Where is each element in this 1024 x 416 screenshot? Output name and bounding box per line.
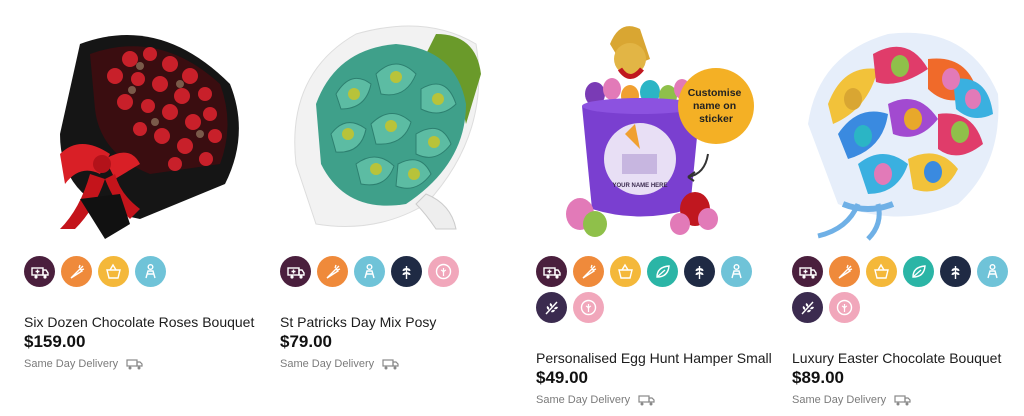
basket-icon bbox=[610, 256, 641, 287]
carrot-icon bbox=[61, 256, 92, 287]
product-image-egg-hunt-hamper[interactable]: YOUR NAME HERE Customise name on sticker bbox=[530, 14, 756, 244]
product-title[interactable]: St Patricks Day Mix Posy bbox=[280, 314, 436, 330]
feature-badges bbox=[536, 256, 761, 323]
wheat-alt-icon bbox=[536, 292, 567, 323]
delivery-label: Same Day Delivery bbox=[792, 394, 887, 406]
carrot-icon bbox=[573, 256, 604, 287]
product-card[interactable]: St Patricks Day Mix Posy $79.00 Same Day… bbox=[256, 0, 512, 416]
product-title[interactable]: Six Dozen Chocolate Roses Bouquet bbox=[24, 314, 254, 330]
leaf-icon bbox=[903, 256, 934, 287]
basket-icon bbox=[866, 256, 897, 287]
delivery-label: Same Day Delivery bbox=[536, 394, 631, 406]
product-title[interactable]: Luxury Easter Chocolate Bouquet bbox=[792, 350, 1001, 366]
product-card[interactable]: Six Dozen Chocolate Roses Bouquet $159.0… bbox=[0, 0, 256, 416]
no-gluten-icon bbox=[428, 256, 459, 287]
delivery-truck-icon bbox=[126, 359, 143, 370]
bucket-label: YOUR NAME HERE bbox=[612, 183, 667, 189]
person-icon bbox=[721, 256, 752, 287]
wheat-alt-icon bbox=[792, 292, 823, 323]
feature-badges bbox=[24, 256, 249, 287]
delivery-label: Same Day Delivery bbox=[280, 358, 375, 370]
carrot-icon bbox=[317, 256, 348, 287]
wheat-icon bbox=[940, 256, 971, 287]
product-price: $49.00 bbox=[536, 368, 588, 387]
delivery-info: Same Day Delivery bbox=[792, 394, 911, 406]
delivery-label: Same Day Delivery bbox=[24, 358, 119, 370]
product-card[interactable]: YOUR NAME HERE Customise name on sticker… bbox=[512, 0, 772, 416]
ambulance-icon bbox=[24, 256, 55, 287]
product-grid: Six Dozen Chocolate Roses Bouquet $159.0… bbox=[0, 0, 1024, 416]
product-image-roses-bouquet[interactable] bbox=[20, 14, 246, 244]
ambulance-icon bbox=[536, 256, 567, 287]
person-icon bbox=[977, 256, 1008, 287]
product-price: $89.00 bbox=[792, 368, 844, 387]
person-icon bbox=[135, 256, 166, 287]
person-icon bbox=[354, 256, 385, 287]
delivery-info: Same Day Delivery bbox=[280, 358, 399, 370]
delivery-info: Same Day Delivery bbox=[24, 358, 143, 370]
feature-badges bbox=[280, 256, 505, 287]
wheat-icon bbox=[684, 256, 715, 287]
ambulance-icon bbox=[792, 256, 823, 287]
leaf-icon bbox=[647, 256, 678, 287]
no-gluten-icon bbox=[829, 292, 860, 323]
delivery-truck-icon bbox=[894, 395, 911, 406]
product-price: $159.00 bbox=[24, 332, 86, 351]
product-image-st-patricks-posy[interactable] bbox=[276, 14, 502, 244]
delivery-truck-icon bbox=[638, 395, 655, 406]
product-price: $79.00 bbox=[280, 332, 332, 351]
basket-icon bbox=[98, 256, 129, 287]
no-gluten-icon bbox=[573, 292, 604, 323]
delivery-info: Same Day Delivery bbox=[536, 394, 655, 406]
ambulance-icon bbox=[280, 256, 311, 287]
wheat-icon bbox=[391, 256, 422, 287]
product-image-easter-bouquet[interactable] bbox=[788, 14, 1014, 244]
product-title[interactable]: Personalised Egg Hunt Hamper Small bbox=[536, 350, 772, 366]
delivery-truck-icon bbox=[382, 359, 399, 370]
product-card[interactable]: Luxury Easter Chocolate Bouquet $89.00 S… bbox=[768, 0, 1024, 416]
carrot-icon bbox=[829, 256, 860, 287]
feature-badges bbox=[792, 256, 1017, 323]
